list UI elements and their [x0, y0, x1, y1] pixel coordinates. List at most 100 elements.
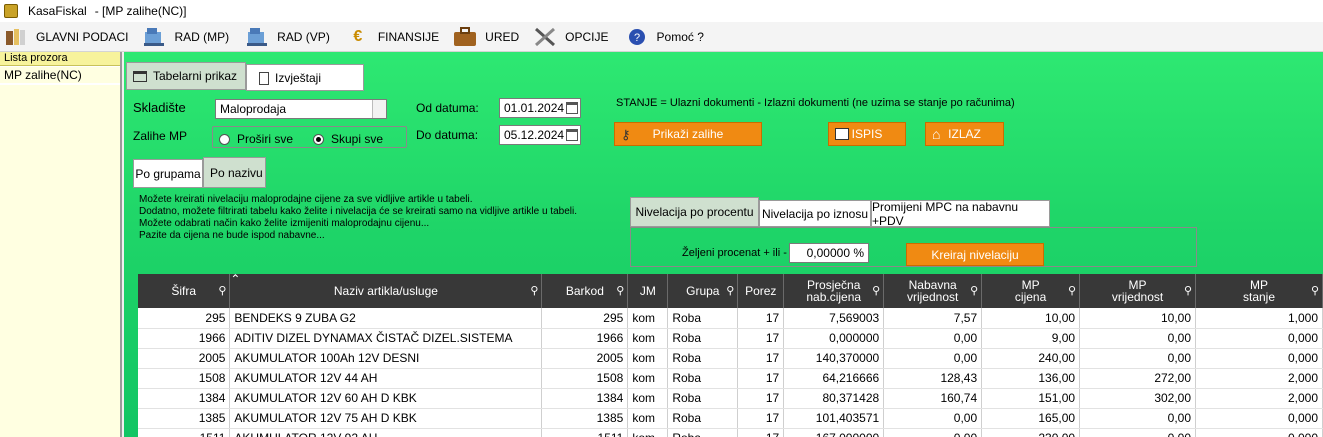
table-cell: 17 [737, 348, 785, 369]
menu-pomoc[interactable]: ? Pomoć ? [621, 22, 708, 52]
tab-reports[interactable]: Izvještaji [246, 64, 364, 91]
col-sifra[interactable]: Šifra ⚲ [138, 274, 231, 308]
search-icon[interactable]: ⚲ [970, 285, 978, 297]
tab-change-mpc[interactable]: Promijeni MPC na nabavnu +PDV [871, 200, 1050, 228]
skladiste-select[interactable]: Maloprodaja [215, 99, 387, 119]
menu-ured[interactable]: URED [449, 22, 523, 52]
col-barkod[interactable]: Barkod ⚲ [541, 274, 629, 308]
table-row[interactable]: 1385 AKUMULATOR 12V 75 AH D KBK 1385 kom Rob… [138, 408, 1323, 429]
create-nivelacija-button[interactable]: Kreiraj nivelaciju [906, 243, 1044, 266]
tab-label: Izvještaji [275, 70, 322, 85]
table-row[interactable]: 1508 AKUMULATOR 12V 44 AH 1508 kom Roba 17 64,… [138, 368, 1323, 389]
table-row[interactable]: 1384 AKUMULATOR 12V 60 AH D KBK 1384 kom Rob… [138, 388, 1323, 409]
show-stock-button[interactable]: ⚷ Prikaži zalihe [614, 122, 762, 146]
od-datuma-input[interactable]: 01.01.2024 [499, 98, 581, 118]
window-list-item[interactable]: MP zalihe(NC) [0, 67, 120, 83]
radio-collapse-all[interactable] [313, 132, 324, 146]
svg-text:?: ? [633, 32, 639, 44]
search-icon[interactable]: ⚲ [1184, 285, 1192, 297]
title-bar: KasaFiskal - [MP zalihe(NC)] [0, 0, 1323, 22]
stock-table: Šifra ⚲ ⌃ Naziv artikla/usluge ⚲ Barkod ⚲ JM… [138, 274, 1323, 437]
table-row[interactable]: 1966 ADITIV DIZEL DYNAMAX ČISTAČ DIZEL.SI… [138, 328, 1323, 349]
col-nabavna[interactable]: Nabavna vrijednost ⚲ [883, 274, 983, 308]
menu-label: URED [485, 29, 520, 44]
table-cell: 17 [737, 408, 785, 429]
skladiste-label: Skladište [133, 100, 186, 115]
col-mp-vrijednost[interactable]: MP vrijednost ⚲ [1079, 274, 1197, 308]
search-icon[interactable]: ⚲ [872, 285, 880, 297]
column-label: Grupa [686, 284, 720, 298]
col-porez[interactable]: Porez [737, 274, 785, 308]
menu-rad-mp[interactable]: RAD (MP) [138, 22, 233, 52]
tab-label: Tabelarni prikaz [153, 69, 238, 83]
column-label: MP cijena [1014, 278, 1047, 304]
table-cell: 0,00 [1079, 348, 1197, 369]
search-icon[interactable]: ⚲ [1068, 285, 1076, 297]
menu-rad-vp[interactable]: RAD (VP) [241, 22, 334, 52]
cash-register-icon [245, 26, 269, 48]
search-icon[interactable]: ⚲ [218, 285, 226, 297]
menu-opcije[interactable]: OPCIJE [529, 22, 612, 52]
table-cell: ADITIV DIZEL DYNAMAX ČISTAČ DIZEL.SISTEM… [229, 328, 543, 349]
od-datuma-label: Od datuma: [416, 101, 479, 115]
table-row[interactable]: 295 BENDEKS 9 ZUBA G2 295 kom Roba 17 7,569003… [138, 308, 1323, 329]
table-cell: AKUMULATOR 12V 44 AH [229, 368, 543, 389]
table-cell: 1508 [138, 368, 231, 389]
percent-input[interactable]: 0,00000 % [789, 243, 869, 263]
tab-nivelacija-percent[interactable]: Nivelacija po procentu [630, 197, 759, 227]
search-icon[interactable]: ⚲ [1311, 285, 1319, 297]
print-button[interactable]: ISPIS [828, 122, 906, 146]
table-cell: 302,00 [1079, 388, 1197, 409]
table-cell: AKUMULATOR 100Ah 12V DESNI [229, 348, 543, 369]
search-icon[interactable]: ⚲ [530, 285, 538, 297]
dropdown-button[interactable] [372, 100, 386, 118]
info-line: Dodatno, možete filtrirati tabelu kako ž… [139, 206, 577, 217]
tab-nivelacija-amount[interactable]: Nivelacija po iznosu [759, 200, 871, 227]
col-grupa[interactable]: Grupa ⚲ [667, 274, 739, 308]
exit-button[interactable]: ⌂ IZLAZ [925, 122, 1004, 146]
col-mp-stanje[interactable]: MP stanje ⚲ [1195, 274, 1323, 308]
table-cell: 0,00 [883, 328, 983, 349]
table-cell: 7,57 [883, 308, 983, 329]
stanje-note: STANJE = Ulazni dokumenti - Izlazni doku… [616, 97, 1015, 109]
info-line: Možete odabrati način kako želite izmije… [139, 218, 430, 229]
do-datuma-input[interactable]: 05.12.2024 [499, 125, 581, 145]
calendar-icon[interactable] [566, 129, 578, 141]
button-label: Kreiraj nivelaciju [931, 247, 1019, 262]
tab-by-name[interactable]: Po nazivu [203, 157, 266, 188]
tools-icon [533, 26, 557, 48]
menu-finansije[interactable]: € FINANSIJE [342, 22, 443, 52]
od-datuma-value: 01.01.2024 [504, 101, 565, 115]
table-cell: 1,000 [1195, 308, 1323, 329]
table-cell: 165,00 [981, 408, 1081, 429]
radio-expand-all[interactable] [219, 132, 230, 146]
info-text: Možete kreirati nivelaciju maloprodajne … [139, 194, 577, 242]
table-cell: 0,000 [1195, 328, 1323, 349]
table-cell: 295 [541, 308, 629, 329]
window-doc-title: - [MP zalihe(NC)] [94, 4, 187, 18]
table-row[interactable]: 1511AKUMULATOR 12V 92 AH1511komRoba17167… [138, 428, 1323, 437]
column-label: MP stanje [1242, 278, 1276, 304]
col-mp-cijena[interactable]: MP cijena ⚲ [981, 274, 1081, 308]
col-prosjecna[interactable]: Prosječna nab.cijena ⚲ [783, 274, 885, 308]
calendar-icon[interactable] [566, 102, 578, 114]
tab-label: Po grupama [135, 166, 201, 181]
table-cell: kom [627, 428, 669, 437]
info-line: Možete kreirati nivelaciju maloprodajne … [139, 194, 473, 205]
col-jm[interactable]: JM [627, 274, 669, 308]
table-cell: 101,403571 [783, 408, 885, 429]
search-icon[interactable]: ⚲ [616, 285, 624, 297]
search-icon[interactable]: ⚲ [726, 285, 734, 297]
table-cell: 295 [138, 308, 231, 329]
table-cell: 9,00 [981, 328, 1081, 349]
menu-glavni-podaci[interactable]: GLAVNI PODACI [0, 22, 132, 52]
col-naziv[interactable]: ⌃ Naziv artikla/usluge ⚲ [229, 274, 543, 308]
tab-by-groups[interactable]: Po grupama [133, 159, 203, 188]
table-cell: 17 [737, 368, 785, 389]
table-cell: AKUMULATOR 12V 60 AH D KBK [229, 388, 543, 409]
table-cell: Roba [667, 328, 739, 349]
cash-register-icon [142, 26, 166, 48]
table-row[interactable]: 2005 AKUMULATOR 100Ah 12V DESNI 2005 kom Rob… [138, 348, 1323, 369]
table-cell: Roba [667, 388, 739, 409]
tab-table-view[interactable]: Tabelarni prikaz [126, 62, 246, 90]
